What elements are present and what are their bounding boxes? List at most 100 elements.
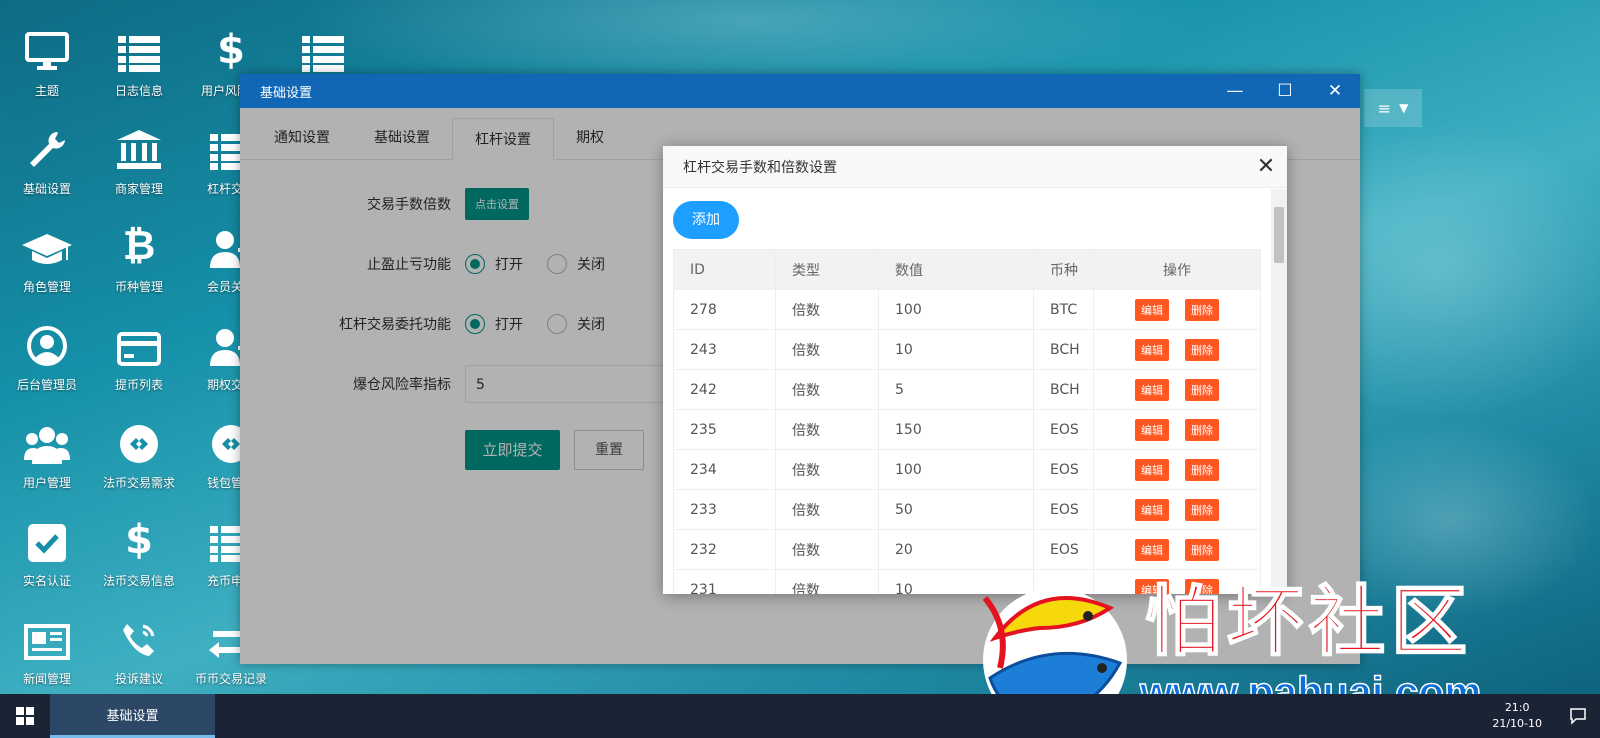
edit-button[interactable]: 编辑 — [1135, 578, 1169, 594]
desktop-icon-label: 投诉建议 — [114, 672, 163, 686]
cell-value: 5 — [878, 369, 1034, 410]
window-title: 基础设置 — [260, 85, 313, 101]
desktop-icon-label: 法币交易信息 — [102, 574, 175, 588]
exchange-badge-icon — [92, 412, 186, 464]
desktop-icon-label: 币币交易记录 — [194, 672, 267, 686]
desktop-icon-label: 提币列表 — [114, 378, 163, 392]
cell-actions: 编辑 删除 — [1093, 529, 1261, 570]
edit-button[interactable]: 编辑 — [1135, 538, 1169, 561]
desktop-menu-toggle[interactable]: ≡ ▼ — [1364, 89, 1422, 127]
desktop-icon[interactable]: 投诉建议 — [92, 608, 186, 702]
maximize-button[interactable]: ☐ — [1260, 74, 1310, 108]
desktop-icon[interactable]: 提币列表 — [92, 314, 186, 408]
window-titlebar[interactable]: 基础设置 — ☐ ✕ — [240, 74, 1360, 108]
cell-actions: 编辑 删除 — [1093, 369, 1261, 410]
minimize-button[interactable]: — — [1210, 74, 1260, 108]
desktop-icon[interactable]: 用户管理 — [0, 412, 94, 506]
list-icon — [276, 20, 370, 72]
desktop-icon[interactable]: 日志信息 — [92, 20, 186, 114]
clock-date: 21/10-10 — [1492, 717, 1542, 730]
delete-button[interactable]: 删除 — [1185, 338, 1219, 361]
desktop-icon[interactable]: 后台管理员 — [0, 314, 94, 408]
table-row: 232 倍数 20 EOS 编辑 删除 — [673, 529, 1261, 570]
monitor-icon — [0, 20, 94, 72]
edit-button[interactable]: 编辑 — [1135, 378, 1169, 401]
col-id-header: ID — [673, 249, 776, 290]
dollar-icon: $ — [125, 517, 153, 563]
cell-actions: 编辑 删除 — [1093, 409, 1261, 450]
cell-value: 50 — [878, 489, 1034, 530]
table-row: 235 倍数 150 EOS 编辑 删除 — [673, 409, 1261, 450]
desktop-icon-label: 角色管理 — [22, 280, 71, 294]
close-button[interactable]: ✕ — [1310, 74, 1360, 108]
list-icon — [92, 20, 186, 72]
credit-card-icon — [92, 314, 186, 366]
desktop-icon[interactable]: 法币交易需求 — [92, 412, 186, 506]
desktop-icon[interactable]: 主题 — [0, 20, 94, 114]
cell-id: 243 — [673, 329, 776, 370]
desktop-icon-label: 实名认证 — [22, 574, 71, 588]
add-button[interactable]: 添加 — [673, 201, 739, 239]
cell-actions: 编辑 删除 — [1093, 289, 1261, 330]
delete-button[interactable]: 删除 — [1185, 458, 1219, 481]
desktop-icon-label: 币种管理 — [114, 280, 163, 294]
scrollbar-thumb[interactable] — [1274, 207, 1284, 263]
cell-type: 倍数 — [775, 369, 879, 410]
cell-id: 235 — [673, 409, 776, 450]
delete-button[interactable]: 删除 — [1185, 378, 1219, 401]
cell-type: 倍数 — [775, 289, 879, 330]
cell-value: 10 — [878, 329, 1034, 370]
delete-button[interactable]: 删除 — [1185, 578, 1219, 594]
cell-value: 150 — [878, 409, 1034, 450]
desktop-icon[interactable]: 角色管理 — [0, 216, 94, 310]
edit-button[interactable]: 编辑 — [1135, 458, 1169, 481]
edit-button[interactable]: 编辑 — [1135, 418, 1169, 441]
notification-icon[interactable] — [1556, 694, 1600, 738]
desktop-icon-label: 法币交易需求 — [102, 476, 175, 490]
clock-time: 21:0 — [1504, 701, 1530, 714]
checkbox-icon — [0, 510, 94, 562]
desktop-icon-label: 后台管理员 — [16, 378, 77, 392]
leverage-dialog: 杠杆交易手数和倍数设置 ✕ 添加 ID 类型 数值 币种 操作 278 倍数 100… — [663, 146, 1287, 594]
cell-coin: EOS — [1033, 529, 1094, 570]
newspaper-icon — [0, 608, 94, 660]
desktop-icon-label: 基础设置 — [22, 182, 71, 196]
chevron-down-icon: ▼ — [1399, 101, 1409, 115]
delete-button[interactable]: 删除 — [1185, 538, 1219, 561]
desktop-icon[interactable]: 基础设置 — [0, 118, 94, 212]
users-icon — [0, 412, 94, 464]
edit-button[interactable]: 编辑 — [1135, 338, 1169, 361]
col-coin-header: 币种 — [1033, 249, 1094, 290]
cell-actions: 编辑 删除 — [1093, 569, 1261, 594]
clock[interactable]: 21:0 21/10-10 — [1492, 700, 1542, 732]
dialog-scrollbar[interactable] — [1271, 189, 1287, 594]
desktop-icon[interactable]: 实名认证 — [0, 510, 94, 604]
cell-id: 234 — [673, 449, 776, 490]
cell-type: 倍数 — [775, 409, 879, 450]
edit-button[interactable]: 编辑 — [1135, 498, 1169, 521]
taskbar-item-settings[interactable]: 基础设置 — [50, 694, 215, 738]
bank-icon — [92, 118, 186, 170]
cell-coin: EOS — [1033, 409, 1094, 450]
desktop-icon[interactable]: 商家管理 — [92, 118, 186, 212]
phone-icon — [92, 608, 186, 660]
start-button[interactable] — [0, 694, 50, 738]
cell-actions: 编辑 删除 — [1093, 329, 1261, 370]
desktop-icon-label: 主题 — [34, 84, 59, 98]
delete-button[interactable]: 删除 — [1185, 498, 1219, 521]
delete-button[interactable]: 删除 — [1185, 418, 1219, 441]
table-row: 242 倍数 5 BCH 编辑 删除 — [673, 369, 1261, 410]
dialog-close-icon[interactable]: ✕ — [1245, 154, 1287, 179]
cell-id: 278 — [673, 289, 776, 330]
cell-actions: 编辑 删除 — [1093, 489, 1261, 530]
edit-button[interactable]: 编辑 — [1135, 298, 1169, 321]
desktop-icon[interactable]: ₿ 币种管理 — [92, 216, 186, 310]
desktop-icon[interactable]: $ 法币交易信息 — [92, 510, 186, 604]
dialog-title: 杠杆交易手数和倍数设置 — [683, 159, 837, 176]
system-tray: 21:0 21/10-10 — [1492, 694, 1600, 738]
windows-logo-icon — [16, 707, 34, 725]
cell-value: 100 — [878, 449, 1034, 490]
delete-button[interactable]: 删除 — [1185, 298, 1219, 321]
table-header-row: ID 类型 数值 币种 操作 — [673, 249, 1261, 290]
desktop-icon[interactable]: 新闻管理 — [0, 608, 94, 702]
